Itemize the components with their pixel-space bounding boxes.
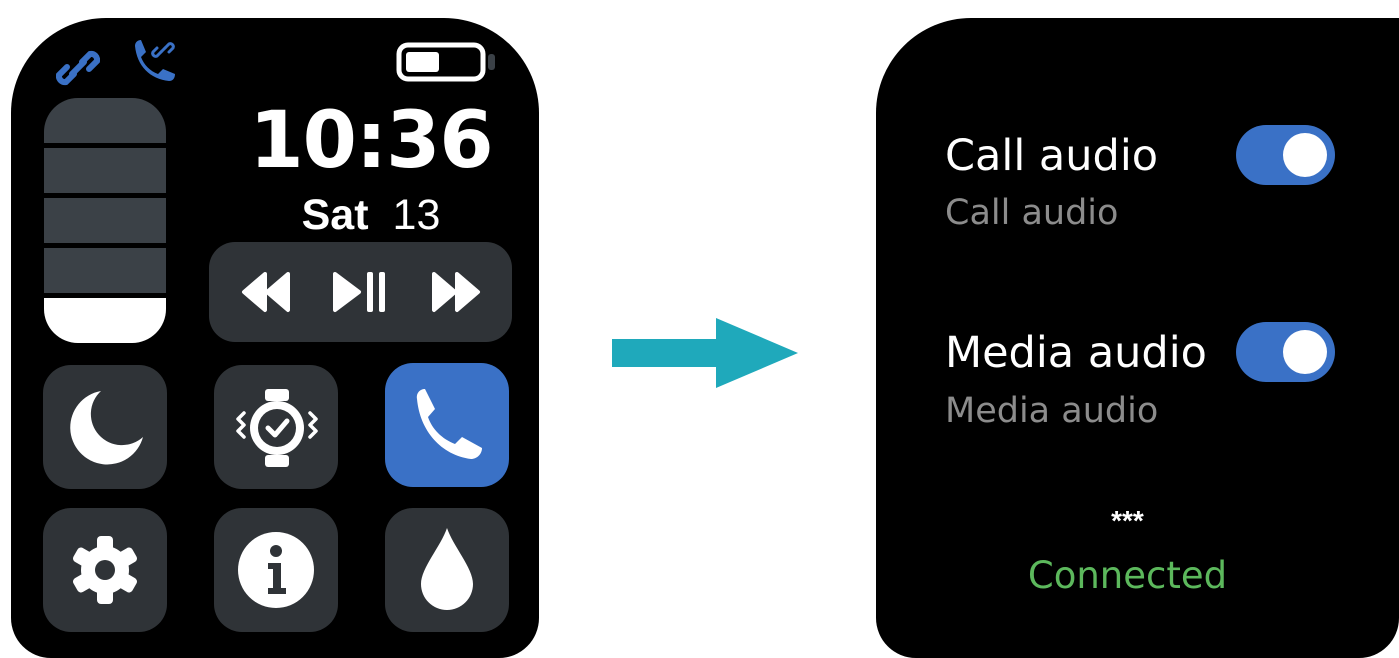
water-lock-tile[interactable]: [385, 508, 509, 632]
date-display: Sat 13: [206, 190, 536, 240]
date-number: 13: [392, 191, 441, 239]
brightness-level-fill: [44, 298, 166, 343]
device-name: ***: [1111, 505, 1144, 536]
brightness-slider[interactable]: [44, 98, 166, 343]
phone-link-icon: [135, 40, 175, 81]
info-icon: [238, 532, 314, 608]
do-not-disturb-tile[interactable]: [43, 365, 167, 489]
watch-vibrate-icon: [236, 389, 318, 467]
media-audio-title: Media audio: [945, 328, 1207, 378]
gear-icon: [73, 536, 137, 604]
brightness-segment: [44, 148, 166, 193]
call-audio-toggle[interactable]: [1236, 125, 1335, 185]
control-panel-screen: 10:36 Sat 13: [11, 18, 539, 658]
arrow-right-icon: [612, 318, 798, 388]
call-audio-title: Call audio: [945, 131, 1159, 181]
connection-status: Connected: [1027, 554, 1228, 597]
settings-tile[interactable]: [43, 508, 167, 632]
media-audio-toggle[interactable]: [1236, 322, 1335, 382]
moon-icon: [70, 391, 143, 465]
time-display: 10:36: [249, 96, 493, 186]
bluetooth-audio-screen: Call audio Call audio Media audio Media …: [876, 18, 1399, 658]
phone-icon: [416, 389, 482, 459]
find-watch-tile[interactable]: [214, 365, 338, 489]
call-audio-tile[interactable]: [385, 363, 509, 487]
call-audio-subtitle: Call audio: [945, 193, 1119, 233]
toggle-knob: [1283, 133, 1327, 177]
brightness-segment: [44, 248, 166, 293]
rewind-icon[interactable]: [241, 270, 291, 314]
about-tile[interactable]: [214, 508, 338, 632]
bluetooth-link-icon: [56, 50, 100, 86]
fast-forward-icon[interactable]: [431, 270, 481, 314]
play-pause-icon[interactable]: [331, 270, 391, 314]
brightness-segment: [44, 198, 166, 243]
media-controls: [209, 242, 512, 342]
toggle-knob: [1283, 330, 1327, 374]
date-day: Sat: [301, 191, 369, 239]
water-drop-icon: [421, 528, 473, 610]
brightness-segment: [44, 98, 166, 143]
media-audio-subtitle: Media audio: [945, 391, 1159, 431]
battery-icon: [396, 42, 495, 82]
